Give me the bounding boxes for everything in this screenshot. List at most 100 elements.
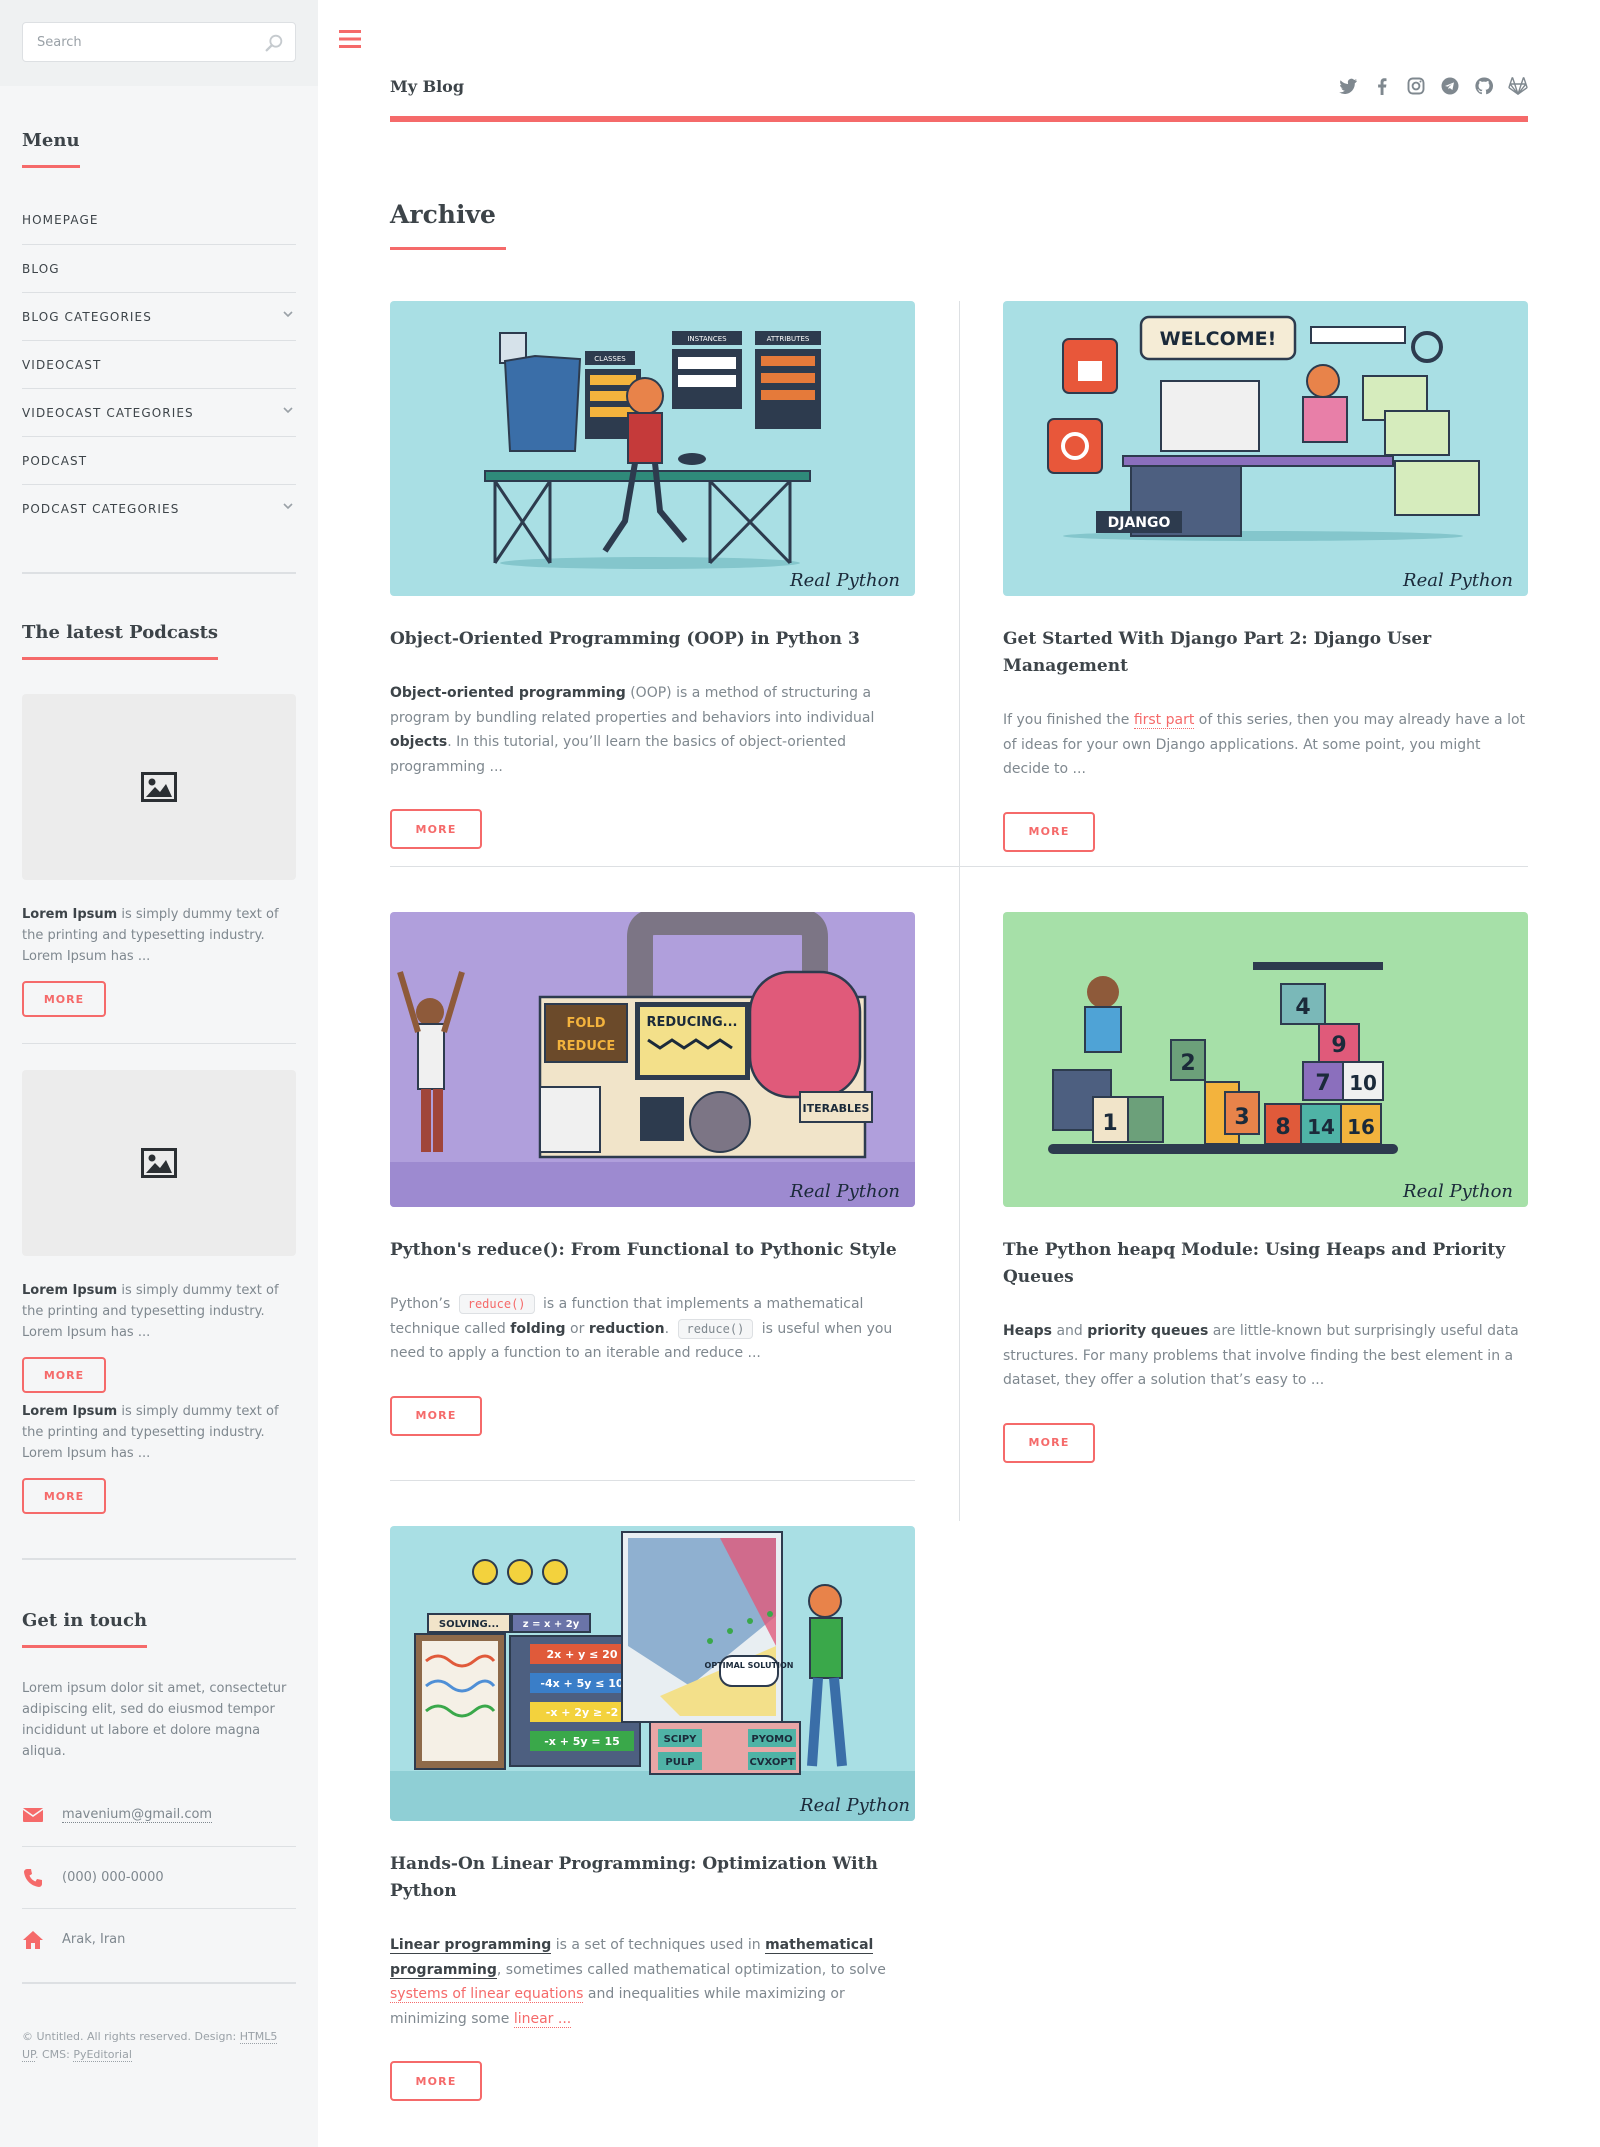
image-label: 4 <box>1295 995 1310 1020</box>
image-credit: Real Python <box>1402 1181 1513 1202</box>
contact-text: Lorem ipsum dolor sit amet, consectetur … <box>22 1681 287 1759</box>
image-label: 2 <box>1180 1051 1195 1076</box>
podcast-thumbnail[interactable] <box>22 1070 296 1256</box>
footer-copyright: © Untitled. All rights reserved. Design: <box>22 2030 240 2043</box>
post-excerpt: Object-oriented programming (OOP) is a m… <box>390 681 915 779</box>
podcast-more-button[interactable]: MORE <box>22 981 106 1017</box>
menu-item-videocast-categories[interactable]: VIDEOCAST CATEGORIES <box>22 388 296 436</box>
more-button[interactable]: MORE <box>1003 811 1095 852</box>
excerpt-bold: folding <box>510 1320 566 1337</box>
excerpt-bold: reduction <box>588 1320 665 1337</box>
excerpt-text: If you finished the <box>1003 712 1134 728</box>
more-button[interactable]: MORE <box>390 2061 482 2101</box>
email-link[interactable]: mavenium@gmail.com <box>62 1807 213 1823</box>
menu-item-podcast[interactable]: PODCAST <box>22 436 296 484</box>
more-button[interactable]: MORE <box>1003 1422 1095 1463</box>
twitter-icon[interactable] <box>1338 76 1358 96</box>
menu-item-blog[interactable]: BLOG <box>22 244 296 292</box>
post-thumbnail[interactable]: CLASSES INSTANCES ATTRIBUTES Real Python <box>390 301 915 596</box>
envelope-icon <box>22 1808 44 1822</box>
image-label: z = x + 2y <box>523 1619 580 1630</box>
post-title[interactable]: Get Started With Django Part 2: Django U… <box>1003 626 1528 680</box>
podcast-excerpt-bold: Lorem Ipsum <box>22 1283 118 1298</box>
gitlab-icon[interactable] <box>1508 76 1528 96</box>
podcast-excerpt-bold: Lorem Ipsum <box>22 907 118 922</box>
image-label: 1 <box>1102 1111 1117 1136</box>
menu-item-label: VIDEOCAST <box>22 357 102 372</box>
more-button[interactable]: MORE <box>390 1395 482 1436</box>
image-label: 8 <box>1275 1115 1290 1140</box>
site-logo[interactable]: My Blog <box>390 77 464 116</box>
instagram-icon[interactable] <box>1406 76 1426 96</box>
image-label: SOLVING... <box>439 1619 499 1630</box>
footer-cms-link[interactable]: PyEditorial <box>73 2048 132 2062</box>
sidebar-search-section <box>0 0 318 86</box>
footer-cms-label: . CMS: <box>34 2048 74 2061</box>
sidebar-footer: © Untitled. All rights reserved. Design:… <box>0 1984 318 2064</box>
podcasts-heading: The latest Podcasts <box>22 622 219 660</box>
post-title[interactable]: Object-Oriented Programming (OOP) in Pyt… <box>390 626 915 653</box>
podcast-more-button[interactable]: MORE <box>22 1478 106 1514</box>
menu-item-label: BLOG CATEGORIES <box>22 309 152 324</box>
podcast-excerpt-bold: Lorem Ipsum <box>22 1404 118 1419</box>
menu-toggle-icon[interactable] <box>338 28 362 50</box>
image-label: REDUCING... <box>647 1015 738 1030</box>
excerpt-bold: Heaps <box>1003 1323 1053 1339</box>
contact-address: Arak, Iran <box>22 1908 296 1970</box>
image-label: INSTANCES <box>687 335 727 343</box>
image-label: 10 <box>1349 1071 1377 1095</box>
post-thumbnail[interactable]: SOLVING... z = x + 2y 2x + y ≤ 20 -4x + … <box>390 1526 915 1821</box>
phone-icon <box>24 1868 42 1887</box>
image-label: 14 <box>1307 1115 1335 1139</box>
linear-programming-illustration: SOLVING... z = x + 2y 2x + y ≤ 20 -4x + … <box>390 1526 915 1821</box>
contact-section: Get in touch Lorem ipsum dolor sit amet,… <box>0 1560 318 1970</box>
post-title[interactable]: Python's reduce(): From Functional to Py… <box>390 1237 915 1264</box>
podcast-thumbnail[interactable] <box>22 694 296 880</box>
podcast-more-button[interactable]: MORE <box>22 1357 106 1393</box>
excerpt-text: or <box>565 1320 589 1337</box>
post-excerpt: Linear programming is a set of technique… <box>390 1933 915 2031</box>
row-divider <box>390 866 1528 867</box>
main-content: My Blog Archive CLASSES INSTANCES ATTRIB… <box>318 0 1600 2147</box>
excerpt-link[interactable]: systems of linear equations <box>390 1986 584 2003</box>
image-credit: Real Python <box>789 1181 900 1202</box>
social-links <box>1338 76 1528 116</box>
oop-illustration: CLASSES INSTANCES ATTRIBUTES Real Python <box>390 301 915 596</box>
contact-list: mavenium@gmail.com (000) 000-0000 Arak, … <box>22 1784 296 1970</box>
github-icon[interactable] <box>1474 76 1494 96</box>
post-thumbnail[interactable]: FOLD REDUCE REDUCING... ITERABLES Real P… <box>390 912 915 1207</box>
image-label: ATTRIBUTES <box>767 335 810 343</box>
telegram-icon[interactable] <box>1440 76 1460 96</box>
column-divider <box>959 301 960 1521</box>
excerpt-link[interactable]: Linear programming <box>390 1937 552 1954</box>
post-excerpt: Heaps and priority queues are little-kno… <box>1003 1319 1528 1393</box>
post-card: 1 2 3 4 9 7 10 8 14 16 Real Python The P… <box>1003 912 1528 1463</box>
search-input[interactable] <box>23 23 295 61</box>
more-button[interactable]: MORE <box>390 809 482 849</box>
menu-item-homepage[interactable]: HOMEPAGE <box>22 196 296 244</box>
inline-code: reduce() <box>677 1318 754 1339</box>
excerpt-link[interactable]: linear ... <box>513 2010 572 2028</box>
image-label: 7 <box>1315 1071 1330 1096</box>
post-thumbnail[interactable]: 1 2 3 4 9 7 10 8 14 16 Real Python <box>1003 912 1528 1207</box>
post-excerpt: If you finished the first part of this s… <box>1003 708 1528 782</box>
chevron-down-icon[interactable] <box>282 404 294 416</box>
facebook-icon[interactable] <box>1372 76 1392 96</box>
search-icon[interactable] <box>263 32 285 54</box>
excerpt-text: , sometimes called mathematical optimiza… <box>496 1961 886 1978</box>
excerpt-link[interactable]: first part <box>1133 712 1195 729</box>
menu-item-label: VIDEOCAST CATEGORIES <box>22 405 194 420</box>
image-label: SCIPY <box>664 1734 698 1745</box>
chevron-down-icon[interactable] <box>282 500 294 512</box>
address-text: Arak, Iran <box>62 1932 126 1947</box>
post-thumbnail[interactable]: WELCOME! DJANGO Real Python <box>1003 301 1528 596</box>
chevron-down-icon[interactable] <box>282 308 294 320</box>
post-title[interactable]: The Python heapq Module: Using Heaps and… <box>1003 1237 1528 1291</box>
menu-item-blog-categories[interactable]: BLOG CATEGORIES <box>22 292 296 340</box>
image-label: PULP <box>665 1757 694 1768</box>
image-label: CLASSES <box>594 355 626 363</box>
menu-item-videocast[interactable]: VIDEOCAST <box>22 340 296 388</box>
post-title[interactable]: Hands-On Linear Programming: Optimizatio… <box>390 1851 915 1905</box>
menu-item-podcast-categories[interactable]: PODCAST CATEGORIES <box>22 484 296 532</box>
excerpt-text: Python’s <box>390 1296 455 1312</box>
